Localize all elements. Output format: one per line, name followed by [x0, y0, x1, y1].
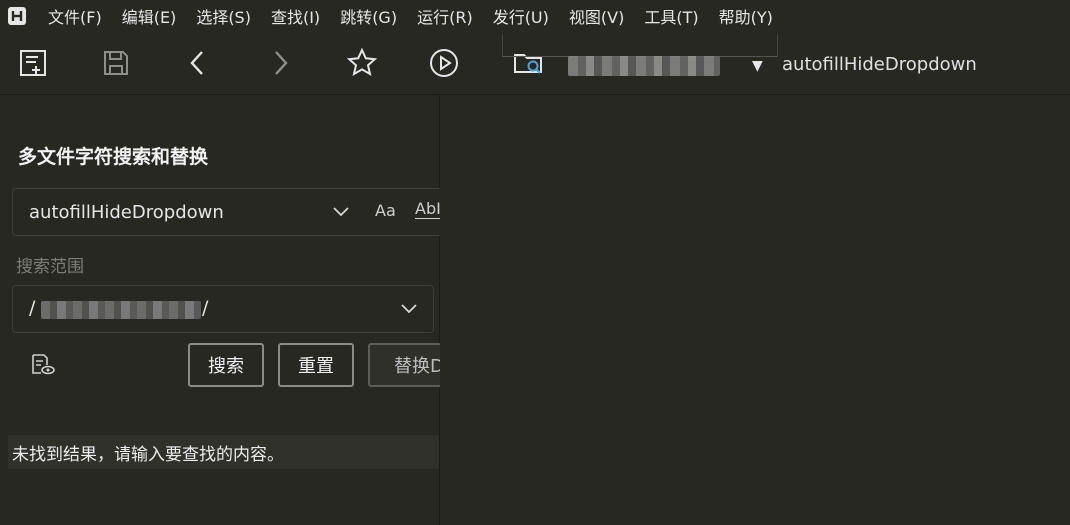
menu-file[interactable]: 文件(F)	[48, 4, 102, 28]
menu-select[interactable]: 选择(S)	[196, 4, 251, 28]
new-file-icon	[20, 50, 46, 76]
path-dropdown-icon[interactable]: ▼	[752, 58, 763, 74]
favorite-button[interactable]	[345, 46, 379, 80]
scope-select[interactable]: / /	[12, 285, 434, 333]
reset-button[interactable]: 重置	[278, 343, 354, 387]
chevron-down-icon[interactable]	[331, 201, 351, 221]
result-message-bar: 未找到结果，请输入要查找的内容。	[8, 435, 439, 469]
menu-run[interactable]: 运行(R)	[417, 4, 473, 28]
menu-bar: 文件(F) 编辑(E) 选择(S) 查找(I) 跳转(G) 运行(R) 发行(U…	[0, 0, 1070, 32]
match-case-toggle[interactable]: Aa	[375, 201, 396, 220]
chevron-down-icon[interactable]	[399, 298, 419, 318]
menu-edit[interactable]: 编辑(E)	[122, 4, 177, 28]
save-icon	[104, 51, 128, 75]
menu-view[interactable]: 视图(V)	[569, 4, 624, 28]
search-replace-panel: 多文件字符搜索和替换 autofillHideDropdown Aa AbI 搜…	[0, 95, 458, 525]
menu-tools[interactable]: 工具(T)	[644, 4, 698, 28]
save-button[interactable]	[99, 46, 133, 80]
search-input[interactable]: autofillHideDropdown Aa AbI	[12, 188, 454, 236]
scope-suffix: /	[202, 297, 209, 319]
panel-title: 多文件字符搜索和替换	[18, 146, 209, 168]
app-logo-icon	[6, 5, 28, 27]
star-icon	[346, 47, 378, 77]
search-input-value: autofillHideDropdown	[29, 202, 224, 223]
menu-goto[interactable]: 跳转(G)	[340, 4, 397, 28]
forward-button[interactable]	[263, 46, 297, 80]
result-message: 未找到结果，请输入要查找的内容。	[12, 444, 284, 465]
new-file-button[interactable]	[16, 46, 50, 80]
whole-word-toggle[interactable]: AbI	[415, 200, 441, 219]
menu-find[interactable]: 查找(I)	[271, 4, 320, 28]
editor-area[interactable]	[440, 95, 1070, 525]
preview-icon[interactable]	[30, 353, 56, 377]
project-path-redacted	[568, 56, 720, 76]
back-icon	[190, 51, 203, 75]
scope-prefix: /	[29, 297, 36, 319]
scope-label: 搜索范围	[16, 257, 84, 277]
run-icon	[430, 49, 458, 77]
toolbar-search-text[interactable]: autofillHideDropdown	[782, 54, 977, 75]
menu-release[interactable]: 发行(U)	[493, 4, 549, 28]
menu-help[interactable]: 帮助(Y)	[719, 4, 773, 28]
search-button[interactable]: 搜索	[188, 343, 264, 387]
run-button[interactable]	[427, 46, 461, 80]
scope-path-redacted	[41, 301, 201, 319]
forward-icon	[275, 51, 288, 75]
project-path-box[interactable]	[502, 34, 778, 57]
back-button[interactable]	[181, 46, 215, 80]
